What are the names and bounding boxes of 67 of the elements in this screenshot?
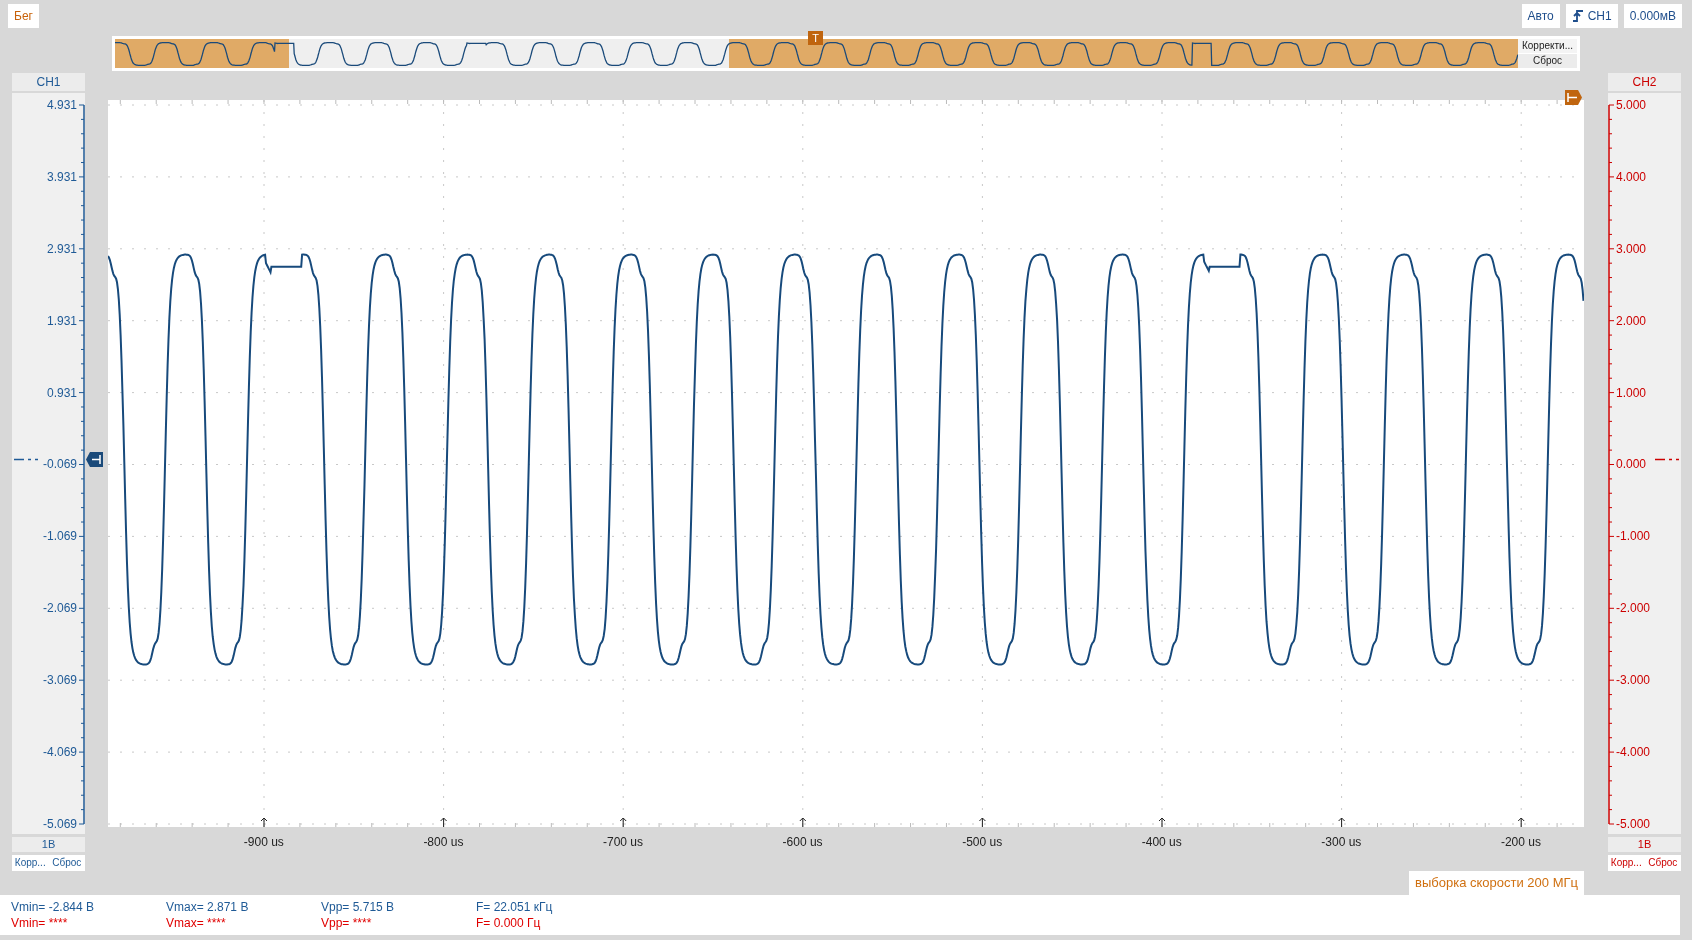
- time-label: -300 us: [1320, 834, 1363, 851]
- axis-label: 5.000: [1616, 98, 1647, 112]
- time-tick-icon: [260, 817, 268, 827]
- trigger-level-button[interactable]: 0.000мВ: [1623, 4, 1682, 28]
- axis-label: 1.931: [46, 313, 77, 328]
- axis-label: -3.069: [42, 673, 77, 688]
- axis-label: -3.000: [1616, 673, 1651, 688]
- axis-label: -0.069: [42, 457, 77, 472]
- axis-label: 3.000: [1616, 241, 1647, 256]
- sample-rate-label: выборка скорости 200 МГц: [1409, 871, 1584, 895]
- axis-label: -4.000: [1616, 745, 1651, 759]
- axis-label: -4.069: [42, 745, 77, 759]
- axis-label: -2.000: [1616, 601, 1651, 616]
- run-button[interactable]: Бег: [8, 4, 39, 28]
- time-label: -500 us: [961, 834, 1004, 851]
- correct-button[interactable]: Корр...: [12, 855, 49, 871]
- measurement-value: Vmin= ****: [11, 915, 69, 931]
- axis-label: 1.000: [1616, 385, 1647, 400]
- axis-label: 0.931: [46, 385, 77, 400]
- measurement-value: Vpp= 5.715 В: [321, 899, 396, 915]
- trigger-position-icon[interactable]: [1565, 90, 1582, 105]
- channel-title: CH2: [1608, 73, 1681, 91]
- axis-label: 2.931: [46, 241, 77, 256]
- channel-title: CH1: [12, 73, 85, 91]
- time-label: -900 us: [242, 834, 285, 851]
- time-label: -800 us: [422, 834, 465, 851]
- axis-label: 2.000: [1616, 313, 1647, 328]
- axis-label: -5.069: [42, 816, 77, 831]
- reset-button[interactable]: Сброс: [48, 855, 85, 871]
- mode-button[interactable]: Авто: [1521, 4, 1560, 28]
- time-label: -700 us: [601, 834, 644, 851]
- trigger-marker[interactable]: T: [808, 31, 823, 45]
- time-label: -600 us: [781, 834, 824, 851]
- measurement-value: Vpp= ****: [321, 915, 373, 931]
- reset-button[interactable]: Сброс: [1518, 54, 1577, 68]
- trigger-source-button[interactable]: CH1: [1565, 4, 1618, 28]
- axis-label: 4.931: [46, 98, 77, 112]
- scale-label: 1В: [1608, 837, 1681, 852]
- time-tick-icon: [1158, 817, 1166, 827]
- time-label: -400 us: [1140, 834, 1183, 851]
- axis-label: -5.000: [1616, 816, 1651, 831]
- time-tick-icon: [1338, 817, 1346, 827]
- time-tick-icon: [799, 817, 807, 827]
- axis-label: -1.000: [1616, 529, 1651, 544]
- rising-edge-icon: [1571, 9, 1584, 23]
- measurement-value: F= 22.051 кГц: [476, 899, 554, 915]
- time-label: -200 us: [1499, 834, 1542, 851]
- time-tick-icon: [978, 817, 986, 827]
- measurement-value: Vmax= 2.871 В: [166, 899, 250, 915]
- time-tick-icon: [1517, 817, 1525, 827]
- scale-label: 1В: [12, 837, 85, 852]
- correct-button[interactable]: Корректи...: [1518, 39, 1577, 53]
- time-tick-icon: [619, 817, 627, 827]
- axis-label: 4.000: [1616, 169, 1647, 184]
- axis-label: -1.069: [42, 529, 77, 544]
- time-tick-icon: [440, 817, 448, 827]
- measurement-value: Vmax= ****: [166, 915, 227, 931]
- measurement-value: Vmin= -2.844 В: [11, 899, 96, 915]
- axis-label: 0.000: [1616, 457, 1647, 472]
- axis-label: 3.931: [46, 169, 77, 184]
- reference-level-icon: [1655, 458, 1679, 461]
- offset-marker-icon[interactable]: [86, 452, 103, 467]
- axis-label: -2.069: [42, 601, 77, 616]
- reference-level-icon: [14, 458, 38, 461]
- measurement-value: F= 0.000 Гц: [476, 915, 542, 931]
- correct-button[interactable]: Корр...: [1608, 855, 1645, 871]
- reset-button[interactable]: Сброс: [1644, 855, 1681, 871]
